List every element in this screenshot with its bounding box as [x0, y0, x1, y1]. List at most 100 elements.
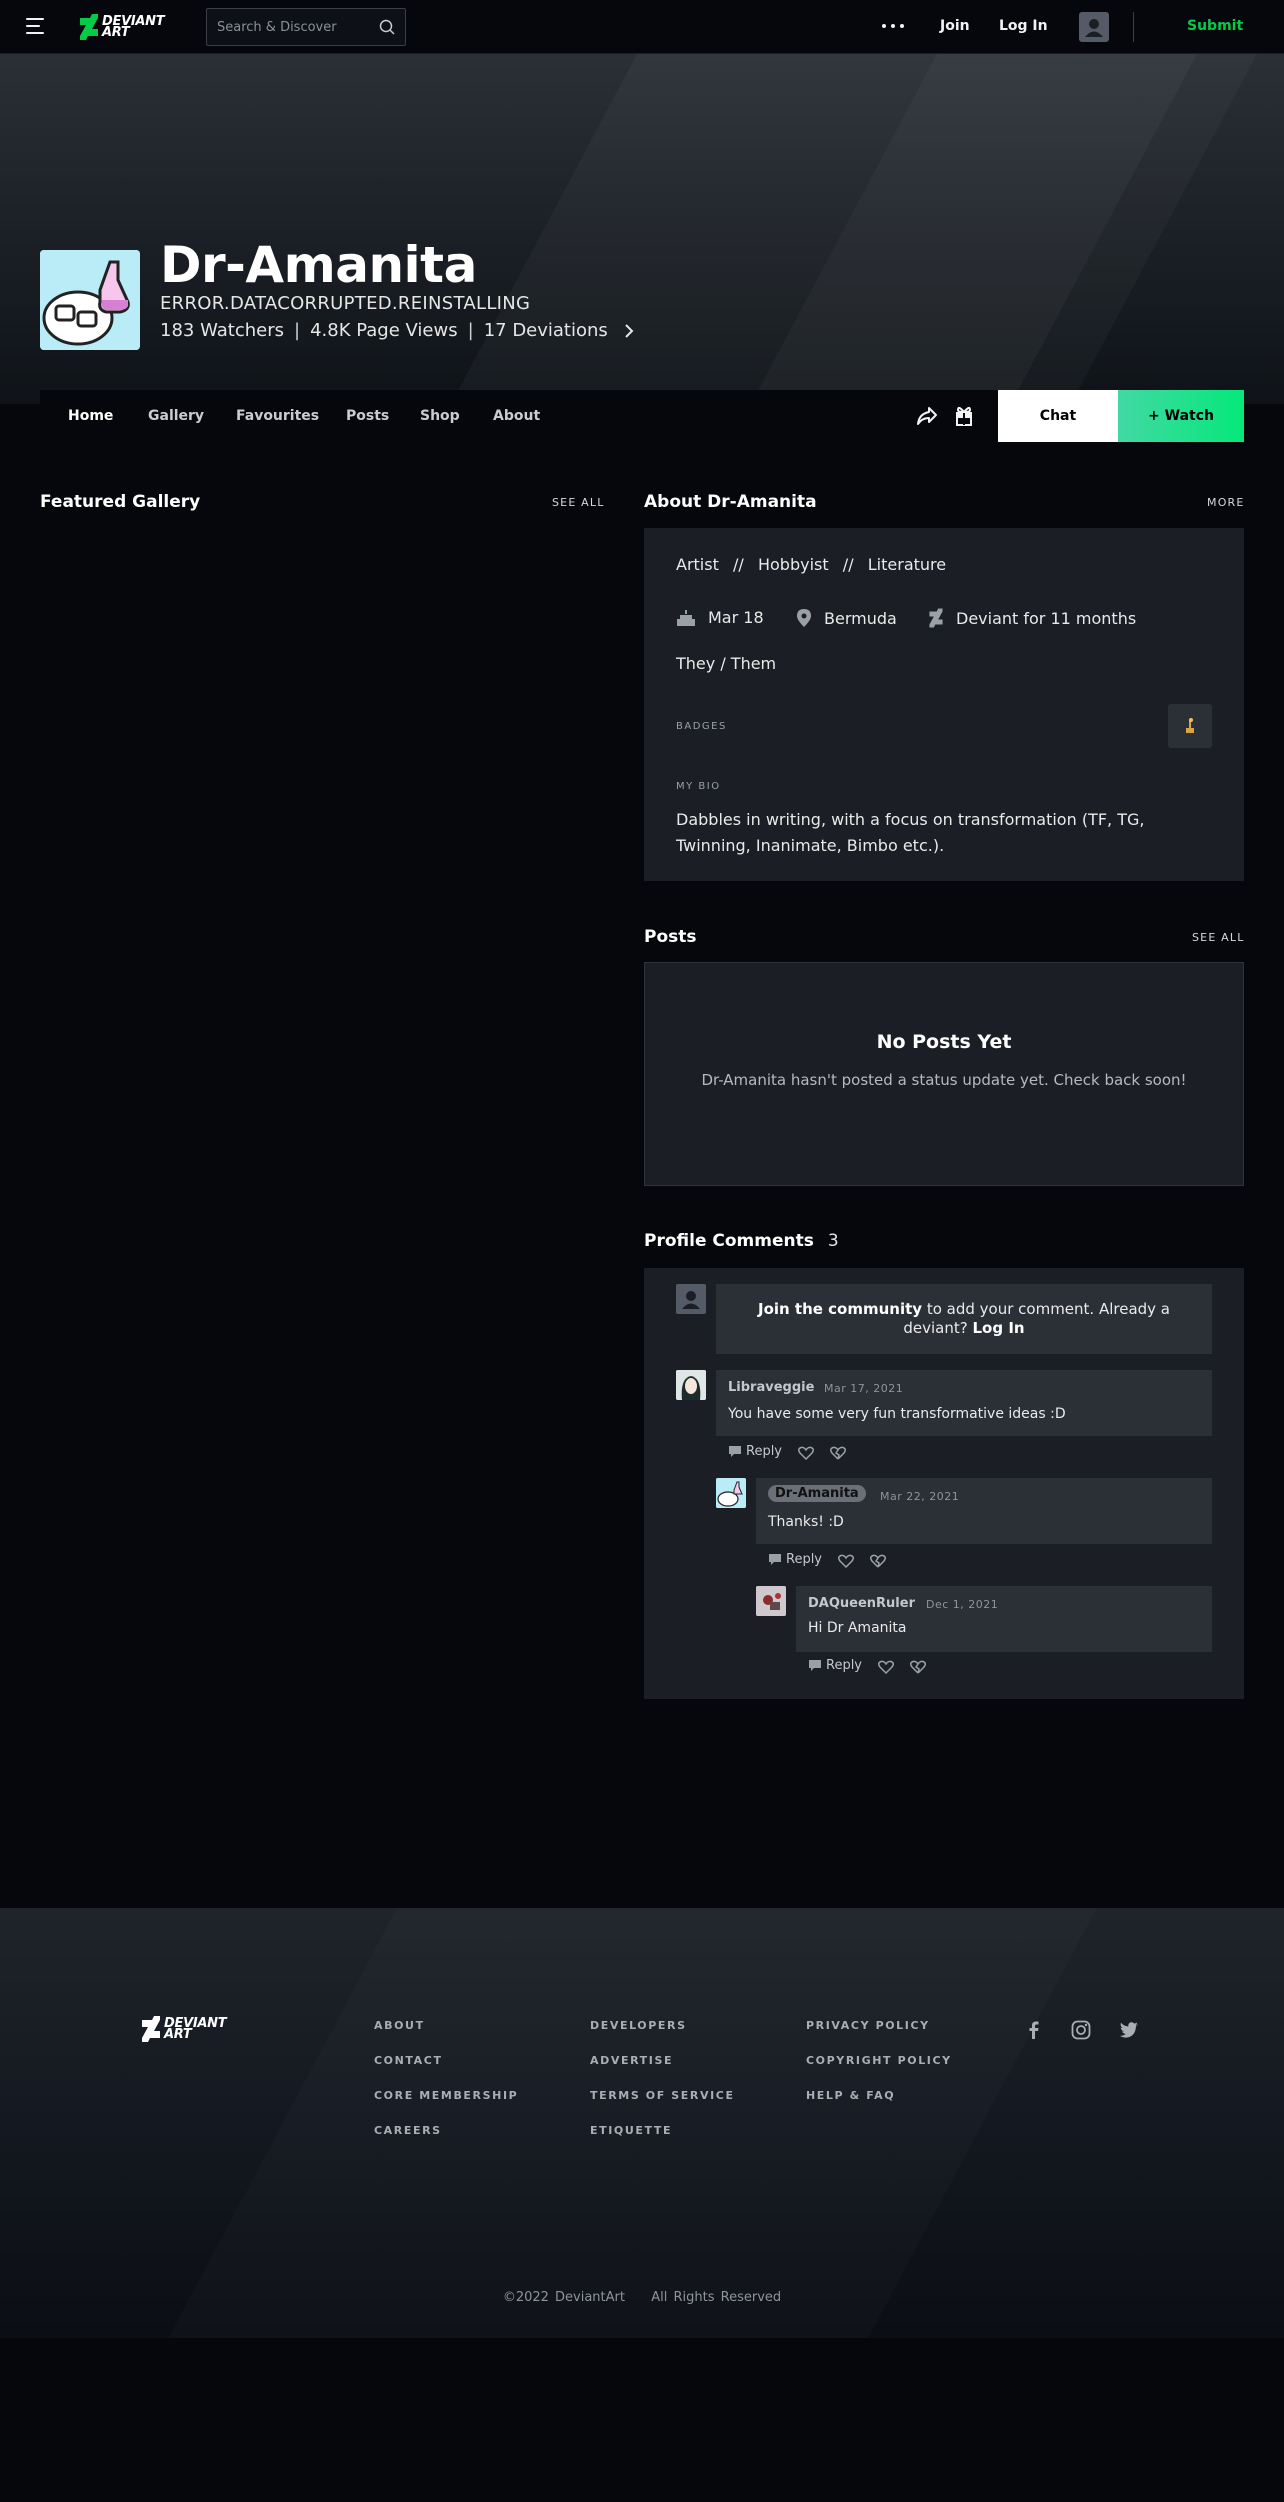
search-input[interactable]: Search & Discover	[206, 8, 406, 46]
about-card: Artist // Hobbyist // Literature Mar 18 …	[644, 528, 1244, 881]
member-since: Deviant for 11 months	[928, 608, 1136, 628]
footer-link-developers[interactable]: DEVELOPERS	[590, 2019, 687, 2032]
profile-nav: Home Gallery Favourites Posts Shop About…	[40, 390, 1244, 442]
profile-avatar[interactable]	[40, 250, 140, 350]
tab-gallery[interactable]: Gallery	[148, 408, 204, 424]
tab-shop[interactable]: Shop	[420, 408, 460, 424]
deviantart-logo-icon	[80, 14, 98, 40]
footer-link-advertise[interactable]: ADVERTISE	[590, 2054, 673, 2067]
profile-roles: Artist // Hobbyist // Literature	[676, 555, 947, 574]
location-pin-icon	[797, 609, 811, 627]
search-placeholder: Search & Discover	[217, 20, 337, 35]
footer-link-contact[interactable]: CONTACT	[374, 2054, 443, 2067]
stats-separator: |	[467, 320, 474, 341]
deviantart-logo-icon	[142, 2016, 160, 2042]
menu-icon[interactable]	[26, 18, 46, 36]
reply-icon	[809, 1659, 821, 1671]
bio-text: Dabbles in writing, with a focus on tran…	[676, 810, 1145, 855]
broken-heart-icon[interactable]	[830, 1446, 846, 1460]
badges-label: BADGES	[676, 721, 727, 732]
stats-separator: |	[293, 320, 301, 341]
tab-home[interactable]: Home	[68, 408, 113, 424]
comments-header: Profile Comments 3	[644, 1231, 839, 1251]
join-community-link[interactable]: Join the community	[758, 1300, 922, 1318]
comment-text: Hi Dr Amanita	[808, 1620, 907, 1636]
reply-label: Reply	[786, 1552, 823, 1567]
join-link[interactable]: Join	[940, 18, 970, 34]
instagram-icon[interactable]	[1071, 2020, 1091, 2040]
join-prompt: Join the community to add your comment. …	[716, 1284, 1212, 1354]
chevron-right-icon[interactable]	[624, 323, 634, 338]
footer-link-careers[interactable]: CAREERS	[374, 2124, 442, 2137]
comment-author-owner[interactable]: Dr-Amanita	[768, 1485, 866, 1502]
comments-count: 3	[827, 1231, 839, 1251]
share-icon[interactable]	[916, 406, 938, 426]
empty-posts-text: Dr-Amanita hasn't posted a status update…	[701, 1071, 1187, 1089]
heart-icon[interactable]	[838, 1554, 854, 1568]
footer-link-etiquette[interactable]: ETIQUETTE	[590, 2124, 672, 2137]
location: Bermuda	[796, 608, 897, 628]
more-options-icon[interactable]	[882, 24, 904, 30]
footer-logo-text: DEVIANT ART	[164, 2016, 227, 2042]
comment-date[interactable]: Mar 17, 2021	[824, 1382, 903, 1395]
reply-button[interactable]: Reply	[808, 1658, 862, 1673]
posts-title: Posts	[644, 927, 697, 947]
footer-link-terms[interactable]: TERMS OF SERVICE	[590, 2089, 735, 2102]
posts-see-all-link[interactable]: SEE ALL	[1192, 931, 1245, 944]
reply-button[interactable]: Reply	[728, 1444, 782, 1459]
commenter-avatar[interactable]	[756, 1586, 786, 1616]
reply-label: Reply	[746, 1444, 783, 1459]
commenter-avatar[interactable]	[716, 1478, 746, 1508]
divider	[1133, 12, 1134, 42]
commenter-avatar[interactable]	[676, 1370, 706, 1400]
viewer-avatar-icon	[676, 1284, 706, 1314]
broken-heart-icon[interactable]	[910, 1660, 926, 1674]
decorative-shape	[163, 1908, 1097, 2338]
reply-button[interactable]: Reply	[768, 1552, 822, 1567]
comment-author[interactable]: DAQueenRuler	[808, 1596, 915, 1611]
watch-button[interactable]: + Watch	[1118, 390, 1244, 442]
featured-gallery-title: Featured Gallery	[40, 492, 201, 512]
deviantart-logo[interactable]: DEVIANT ART	[78, 12, 165, 42]
chat-button[interactable]: Chat	[998, 390, 1118, 442]
logo-text: DEVIANT ART	[102, 14, 165, 40]
comment-date[interactable]: Mar 22, 2021	[880, 1490, 959, 1503]
heart-icon[interactable]	[798, 1446, 814, 1460]
tab-favourites[interactable]: Favourites	[236, 408, 319, 424]
join-prompt-text: to add your comment. Already a deviant?	[903, 1300, 1171, 1337]
footer: DEVIANT ART ABOUT CONTACT CORE MEMBERSHI…	[0, 1908, 1284, 2338]
footer-logo[interactable]: DEVIANT ART	[140, 2014, 227, 2044]
featured-see-all-link[interactable]: SEE ALL	[552, 496, 605, 509]
watchers-count: 183 Watchers	[160, 320, 284, 341]
pronouns: They / Them	[676, 654, 777, 673]
broken-heart-icon[interactable]	[870, 1554, 886, 1568]
footer-link-about[interactable]: ABOUT	[374, 2019, 425, 2032]
footer-link-help[interactable]: HELP & FAQ	[806, 2089, 895, 2102]
comment-author[interactable]: Libraveggie	[728, 1380, 814, 1395]
about-more-link[interactable]: MORE	[1207, 496, 1245, 509]
submit-button[interactable]: Submit	[1187, 18, 1243, 34]
footer-link-core-membership[interactable]: CORE MEMBERSHIP	[374, 2089, 518, 2102]
reply-label: Reply	[826, 1658, 863, 1673]
footer-link-privacy[interactable]: PRIVACY POLICY	[806, 2019, 930, 2032]
about-title: About Dr-Amanita	[644, 492, 817, 512]
bio-label: MY BIO	[676, 781, 721, 792]
profile-stats[interactable]: 183 Watchers | 4.8K Page Views | 17 Devi…	[160, 320, 634, 341]
badge-icon[interactable]	[1168, 704, 1212, 748]
deviations-count: 17 Deviations	[483, 320, 608, 341]
user-avatar-icon[interactable]	[1079, 12, 1109, 42]
facebook-icon[interactable]	[1024, 2020, 1044, 2040]
twitter-icon[interactable]	[1119, 2020, 1139, 2040]
tab-about[interactable]: About	[493, 408, 540, 424]
comment-login-link[interactable]: Log In	[973, 1319, 1025, 1337]
login-link[interactable]: Log In	[999, 18, 1048, 34]
page-views-count: 4.8K Page Views	[310, 320, 458, 341]
posts-card: No Posts Yet Dr-Amanita hasn't posted a …	[644, 962, 1244, 1186]
heart-icon[interactable]	[878, 1660, 894, 1674]
footer-link-copyright[interactable]: COPYRIGHT POLICY	[806, 2054, 952, 2067]
tab-posts[interactable]: Posts	[346, 408, 389, 424]
comment-date[interactable]: Dec 1, 2021	[926, 1598, 998, 1611]
search-icon[interactable]	[379, 19, 395, 35]
gift-icon[interactable]	[954, 404, 974, 426]
comment-text: You have some very fun transformative id…	[728, 1406, 1066, 1422]
